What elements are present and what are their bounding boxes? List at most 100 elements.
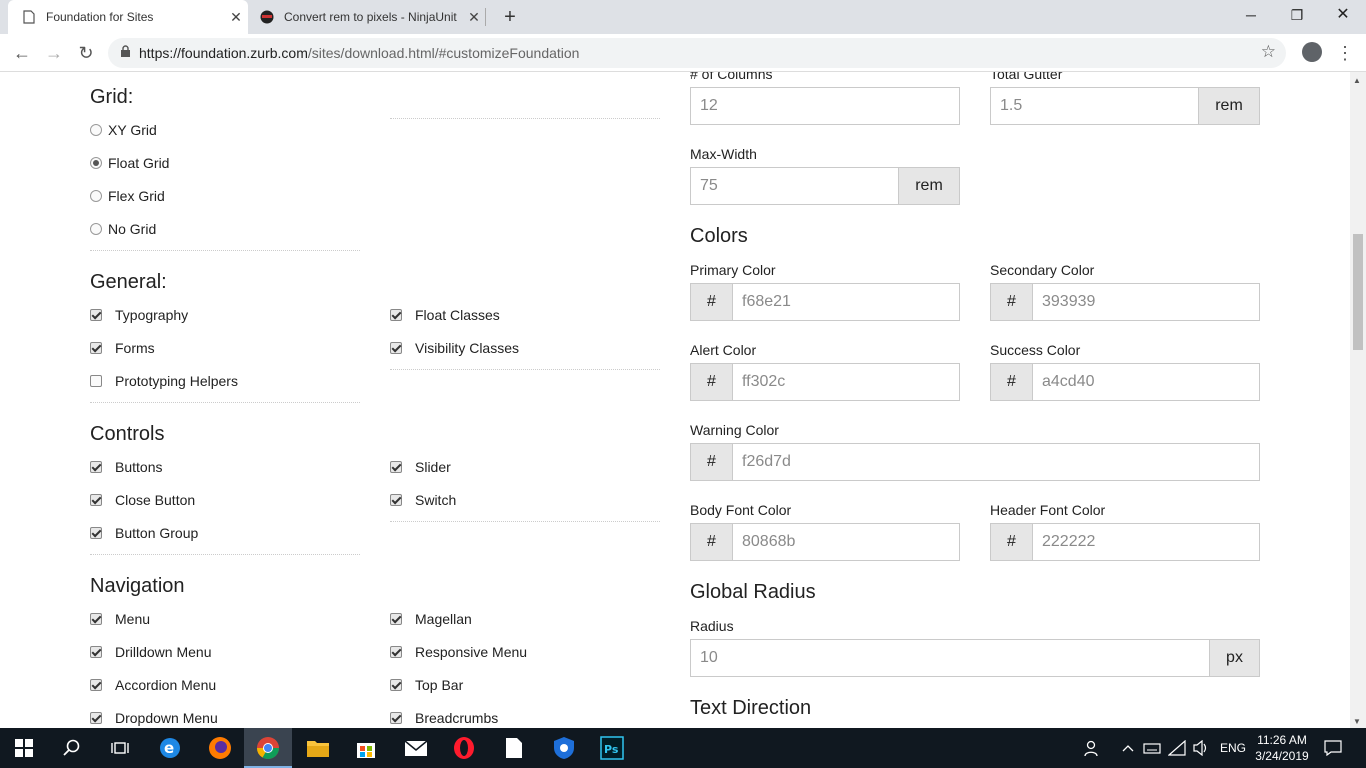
chrome-icon[interactable] (244, 728, 292, 768)
checkbox[interactable] (390, 646, 402, 658)
scroll-up-arrow-icon[interactable]: ▲ (1353, 76, 1361, 85)
language-indicator[interactable]: ENG (1220, 728, 1246, 768)
radio-button[interactable] (90, 157, 102, 169)
close-window-button[interactable]: ✕ (1320, 0, 1366, 30)
checkbox[interactable] (90, 712, 102, 724)
new-tab-button[interactable]: + (498, 5, 522, 29)
checkbox-float-classes[interactable]: Float Classes (390, 307, 500, 323)
radio-xy-grid[interactable]: XY Grid (90, 122, 157, 138)
radio-button[interactable] (90, 190, 102, 202)
checkbox-top-bar[interactable]: Top Bar (390, 677, 463, 693)
opera-icon[interactable] (440, 728, 488, 768)
checkbox-label: Dropdown Menu (115, 710, 218, 726)
checkbox-buttons[interactable]: Buttons (90, 459, 162, 475)
task-view-icon[interactable] (96, 728, 144, 768)
checkbox[interactable] (90, 494, 102, 506)
checkbox-accordion-menu[interactable]: Accordion Menu (90, 677, 216, 693)
radio-button[interactable] (90, 223, 102, 235)
volume-icon[interactable] (1192, 728, 1210, 768)
checkbox-drilldown-menu[interactable]: Drilldown Menu (90, 644, 211, 660)
scrollbar-thumb[interactable] (1353, 234, 1363, 350)
checkbox[interactable] (90, 461, 102, 473)
primary-color-input[interactable]: f68e21 (732, 283, 960, 321)
checkbox-menu[interactable]: Menu (90, 611, 150, 627)
checkbox-close-button[interactable]: Close Button (90, 492, 195, 508)
checkbox[interactable] (390, 309, 402, 321)
checkbox[interactable] (390, 494, 402, 506)
checkbox-switch[interactable]: Switch (390, 492, 456, 508)
checkbox[interactable] (390, 613, 402, 625)
checkbox-forms[interactable]: Forms (90, 340, 155, 356)
close-tab-icon[interactable]: ✕ (462, 9, 486, 26)
checkbox-responsive-menu[interactable]: Responsive Menu (390, 644, 527, 660)
minimize-button[interactable]: ─ (1228, 0, 1274, 30)
radio-flex-grid[interactable]: Flex Grid (90, 188, 165, 204)
photoshop-icon[interactable]: Ps (588, 728, 636, 768)
forward-button[interactable]: → (40, 39, 68, 67)
checkbox[interactable] (90, 527, 102, 539)
wifi-icon[interactable] (1168, 728, 1186, 768)
checkbox[interactable] (390, 712, 402, 724)
checkbox-breadcrumbs[interactable]: Breadcrumbs (390, 710, 498, 726)
document-app-icon[interactable] (490, 728, 538, 768)
checkbox-button-group[interactable]: Button Group (90, 525, 198, 541)
shield-app-icon[interactable] (540, 728, 588, 768)
warning-color-input[interactable]: f26d7d (732, 443, 1260, 481)
checkbox-visibility-classes[interactable]: Visibility Classes (390, 340, 519, 356)
edge-icon[interactable]: e (146, 728, 194, 768)
mail-icon[interactable] (392, 728, 440, 768)
file-explorer-icon[interactable] (294, 728, 342, 768)
gutter-input[interactable]: 1.5 (990, 87, 1199, 125)
page-scrollbar[interactable]: ▲ ▼ (1350, 72, 1366, 728)
header-font-color-input[interactable]: 222222 (1032, 523, 1260, 561)
global-radius-heading: Global Radius (690, 581, 816, 603)
keyboard-icon[interactable] (1143, 728, 1161, 768)
success-color-input[interactable]: a4cd40 (1032, 363, 1260, 401)
back-button[interactable]: ← (8, 39, 36, 67)
radio-button[interactable] (90, 124, 102, 136)
checkbox-slider[interactable]: Slider (390, 459, 451, 475)
checkbox-dropdown-menu[interactable]: Dropdown Menu (90, 710, 218, 726)
body-font-color-label: Body Font Color (690, 502, 792, 518)
bookmark-star-icon[interactable]: ☆ (1261, 42, 1276, 62)
checkbox[interactable] (90, 646, 102, 658)
firefox-icon[interactable] (196, 728, 244, 768)
checkbox[interactable] (90, 375, 102, 387)
reload-button[interactable]: ↻ (72, 39, 100, 67)
close-tab-icon[interactable]: ✕ (224, 9, 248, 26)
radius-input[interactable]: 10 (690, 639, 1210, 677)
checkbox[interactable] (390, 679, 402, 691)
secondary-color-input[interactable]: 393939 (1032, 283, 1260, 321)
store-icon[interactable] (342, 728, 390, 768)
columns-input[interactable]: 12 (690, 87, 960, 125)
max-width-label: Max-Width (690, 146, 757, 162)
checkbox-typography[interactable]: Typography (90, 307, 188, 323)
checkbox[interactable] (90, 613, 102, 625)
checkbox-prototyping-helpers[interactable]: Prototyping Helpers (90, 373, 238, 389)
restore-button[interactable]: ❐ (1274, 0, 1320, 30)
tab-foundation[interactable]: Foundation for Sites ✕ (8, 0, 248, 34)
checkbox-label: Prototyping Helpers (115, 373, 238, 389)
clock[interactable]: 11:26 AM 3/24/2019 (1250, 732, 1314, 764)
scroll-down-arrow-icon[interactable]: ▼ (1353, 717, 1361, 726)
search-icon[interactable] (48, 728, 96, 768)
checkbox-magellan[interactable]: Magellan (390, 611, 472, 627)
max-width-input[interactable]: 75 (690, 167, 899, 205)
body-font-color-input[interactable]: 80868b (732, 523, 960, 561)
address-bar[interactable]: https://foundation.zurb.com/sites/downlo… (108, 38, 1286, 68)
tray-expand-icon[interactable] (1122, 728, 1134, 768)
checkbox[interactable] (90, 309, 102, 321)
checkbox[interactable] (90, 342, 102, 354)
notifications-icon[interactable] (1324, 728, 1342, 768)
checkbox[interactable] (390, 461, 402, 473)
browser-menu-icon[interactable]: ⋮ (1336, 39, 1354, 67)
profile-avatar-icon[interactable] (1302, 42, 1322, 62)
people-icon[interactable] (1084, 728, 1102, 768)
radio-no-grid[interactable]: No Grid (90, 221, 156, 237)
checkbox[interactable] (90, 679, 102, 691)
checkbox[interactable] (390, 342, 402, 354)
tab-ninjaunit[interactable]: Convert rem to pixels - NinjaUnit ✕ (250, 0, 486, 34)
radio-float-grid[interactable]: Float Grid (90, 155, 169, 171)
alert-color-input[interactable]: ff302c (732, 363, 960, 401)
windows-start-icon[interactable] (0, 728, 48, 768)
